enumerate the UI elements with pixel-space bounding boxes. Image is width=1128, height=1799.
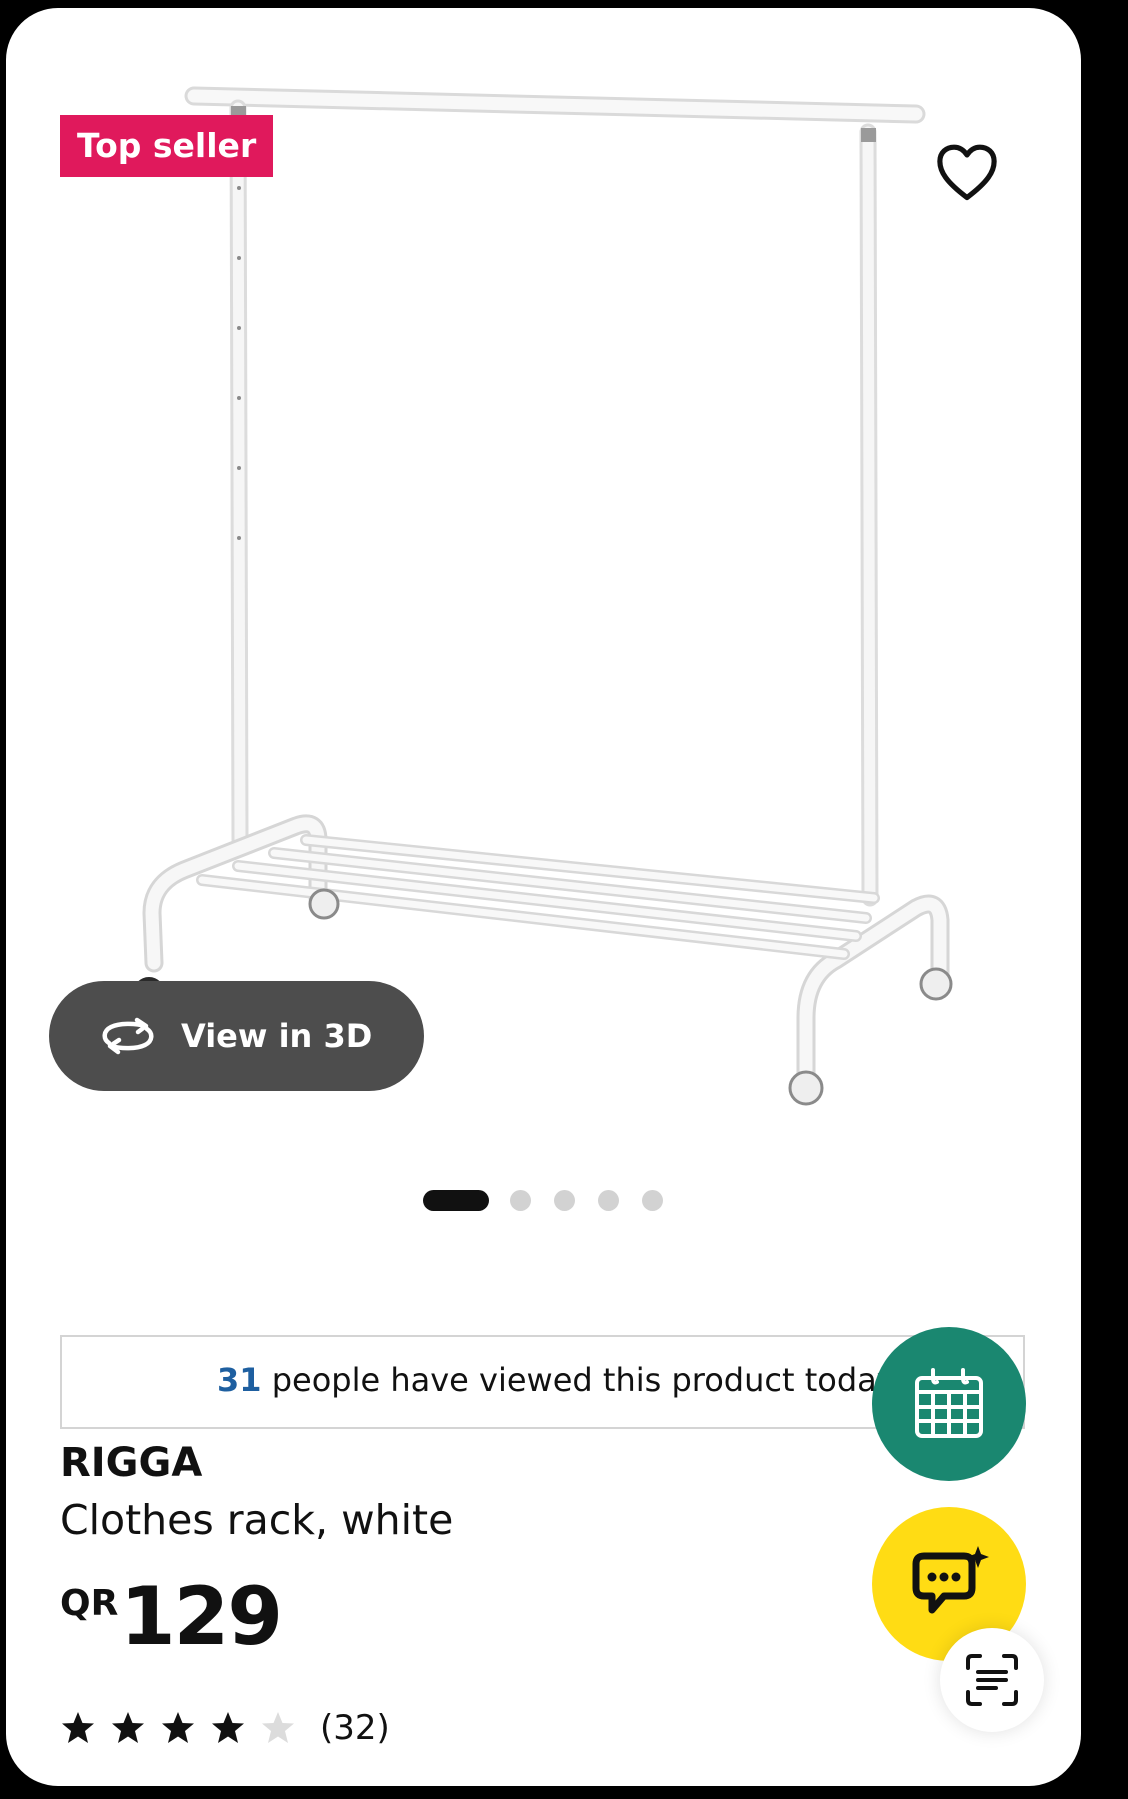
review-count: (32) bbox=[320, 1708, 390, 1748]
product-name[interactable]: RIGGA bbox=[60, 1440, 202, 1486]
view-in-3d-label: View in 3D bbox=[181, 1017, 373, 1055]
gallery-dot[interactable] bbox=[598, 1190, 619, 1211]
gallery-dot[interactable] bbox=[510, 1190, 531, 1211]
gallery-pagination bbox=[6, 1188, 1081, 1212]
product-description: Clothes rack, white bbox=[60, 1496, 454, 1544]
chat-sparkle-icon bbox=[912, 1546, 989, 1614]
viewers-count: 31 bbox=[217, 1361, 262, 1399]
gallery-dot-active[interactable] bbox=[423, 1190, 489, 1211]
gallery-dot[interactable] bbox=[554, 1190, 575, 1211]
view-in-3d-button[interactable]: View in 3D bbox=[49, 981, 424, 1091]
star-icon bbox=[62, 1712, 94, 1743]
viewers-text: 31 people have viewed this product today bbox=[217, 1361, 896, 1399]
product-image[interactable] bbox=[6, 8, 1081, 1148]
scan-icon bbox=[966, 1654, 1018, 1706]
product-card: Top seller View in 3D 31 people have vie… bbox=[6, 8, 1081, 1786]
price-currency: QR bbox=[60, 1583, 119, 1624]
heart-icon[interactable] bbox=[936, 143, 998, 203]
calendar-icon bbox=[915, 1368, 983, 1438]
rotate-3d-icon bbox=[102, 1017, 154, 1055]
star-icon bbox=[112, 1712, 144, 1743]
product-rating[interactable]: (32) bbox=[60, 1708, 390, 1748]
star-icon bbox=[162, 1712, 194, 1743]
gallery-dot[interactable] bbox=[642, 1190, 663, 1211]
calendar-button[interactable] bbox=[872, 1327, 1026, 1481]
top-seller-badge: Top seller bbox=[60, 115, 274, 177]
star-icon bbox=[212, 1712, 244, 1743]
price-amount: 129 bbox=[120, 1570, 283, 1663]
viewers-message: people have viewed this product today bbox=[261, 1361, 896, 1399]
scan-button[interactable] bbox=[940, 1628, 1044, 1732]
star-empty-icon bbox=[262, 1712, 294, 1743]
